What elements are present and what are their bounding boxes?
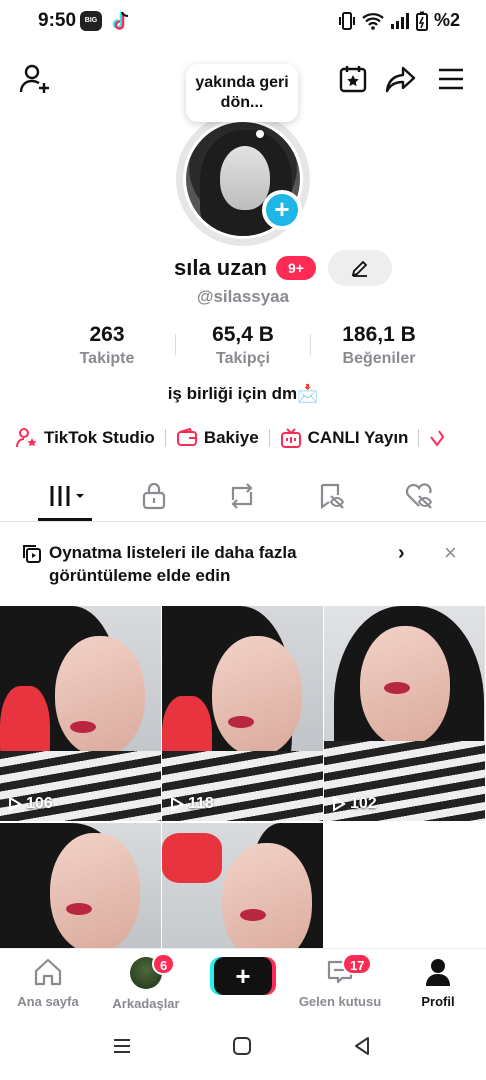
tiktok-studio-link[interactable]: TikTok Studio: [16, 427, 155, 449]
playlist-banner[interactable]: Oynatma listeleri ile daha fazla görüntü…: [0, 522, 486, 606]
chevron-right-icon[interactable]: ›: [398, 542, 405, 565]
tab-private[interactable]: [124, 476, 184, 516]
stat-followers[interactable]: 65,4 B Takipçi: [178, 322, 308, 370]
profile-shortcuts: TikTok Studio Bakiye CANLI Yayın: [16, 424, 445, 452]
pencil-icon: [351, 260, 368, 277]
name-badge[interactable]: 9+: [276, 256, 316, 280]
gift-heart-icon: [430, 430, 445, 447]
view-count: 102: [332, 795, 377, 813]
status-bar: 9:50 BIG %2: [0, 0, 486, 42]
bubble-tail: [256, 130, 264, 138]
share-profile-button[interactable]: [384, 62, 418, 96]
banner-text: Oynatma listeleri ile daha fazla görüntü…: [49, 543, 297, 585]
nav-friends[interactable]: 6 Arkadaşlar: [98, 953, 194, 1011]
wifi-icon: [362, 12, 384, 30]
bottom-navigation: Ana sayfa 6 Arkadaşlar + 17 Gelen kutusu…: [0, 948, 486, 1016]
friends-badge: 6: [152, 953, 176, 975]
play-icon: [333, 796, 346, 812]
status-note-bubble[interactable]: yakında geri dön...: [186, 64, 298, 122]
add-friend-button[interactable]: [18, 62, 52, 96]
heart-eye-off-icon: [405, 483, 433, 509]
battery-percent: %2: [433, 10, 460, 30]
nav-label: Arkadaşlar: [112, 996, 180, 1011]
nav-label: Ana sayfa: [17, 994, 79, 1009]
recents-icon[interactable]: [112, 1036, 132, 1056]
nav-inbox[interactable]: 17 Gelen kutusu: [292, 953, 388, 1009]
play-icon: [9, 796, 22, 812]
stat-value: 263: [89, 323, 125, 346]
stat-label: Takipte: [79, 350, 135, 367]
home-icon: [34, 958, 62, 986]
video-thumbnail[interactable]: 106: [0, 606, 161, 821]
profile-stats: 263 Takipte 65,4 B Takipçi 186,1 B Beğen…: [0, 322, 486, 372]
tiktok-notification-icon: [112, 11, 129, 30]
menu-icon: [439, 68, 463, 90]
nav-label: Profil: [421, 994, 455, 1009]
stat-value: 65,4 B: [212, 323, 274, 346]
profile-handle: @silassyaa: [196, 287, 290, 306]
video-thumbnail[interactable]: 102: [324, 606, 485, 821]
video-thumbnail[interactable]: [162, 823, 323, 948]
repost-icon: [231, 483, 253, 509]
live-link[interactable]: CANLI Yayın: [280, 427, 409, 449]
profile-name: sıla uzan: [174, 255, 267, 280]
view-count: 118: [170, 795, 214, 813]
grid-bars-icon: [50, 486, 84, 506]
view-count: 106: [8, 795, 53, 813]
back-icon[interactable]: [352, 1036, 372, 1056]
system-navigation: [0, 1016, 486, 1080]
vibrate-icon: [338, 11, 355, 30]
inbox-badge: 17: [342, 953, 373, 975]
more-shortcut[interactable]: [429, 427, 445, 449]
stat-likes[interactable]: 186,1 B Beğeniler: [314, 322, 444, 370]
tab-liked[interactable]: [390, 476, 450, 516]
lock-icon: [142, 482, 166, 510]
calendar-star-icon: [339, 66, 367, 93]
nav-label: Gelen kutusu: [298, 994, 382, 1009]
nav-profile[interactable]: Profil: [390, 957, 486, 1009]
signal-icon: [390, 12, 409, 29]
status-time: 9:50: [38, 10, 77, 31]
active-tab-indicator: [38, 518, 92, 521]
menu-button[interactable]: [434, 62, 468, 96]
tab-videos[interactable]: [38, 476, 98, 516]
playlist-icon: [23, 545, 41, 563]
create-button[interactable]: +: [214, 957, 272, 995]
edit-profile-button[interactable]: [328, 250, 392, 286]
shortcut-label: CANLI Yayın: [307, 428, 409, 447]
play-icon: [171, 796, 184, 812]
stat-label: Takipçi: [216, 350, 270, 367]
live-tv-icon: [280, 428, 301, 448]
bookmark-eye-off-icon: [320, 483, 345, 510]
share-icon: [385, 66, 416, 93]
profile-bio: iş birliği için dm📩: [167, 384, 319, 403]
shortcut-label: Bakiye: [203, 428, 259, 447]
stat-following[interactable]: 263 Takipte: [42, 322, 172, 370]
battery-charging-icon: [415, 11, 428, 31]
add-person-icon: [19, 64, 49, 93]
home-system-icon[interactable]: [232, 1036, 252, 1056]
wallet-icon: [176, 428, 197, 446]
person-star-icon: [16, 428, 37, 448]
calendar-button[interactable]: [336, 62, 370, 96]
plus-icon: +: [235, 960, 251, 991]
add-story-button[interactable]: +: [262, 190, 302, 230]
balance-link[interactable]: Bakiye: [176, 428, 259, 448]
video-thumbnail[interactable]: 118: [162, 606, 323, 821]
tab-favorites[interactable]: [302, 476, 362, 516]
profile-tabs: [0, 470, 486, 522]
stat-value: 186,1 B: [342, 323, 416, 346]
close-icon[interactable]: ×: [444, 540, 457, 566]
tab-reposts[interactable]: [212, 476, 272, 516]
nav-home[interactable]: Ana sayfa: [0, 957, 96, 1009]
shortcut-label: TikTok Studio: [44, 428, 155, 447]
notification-app-icon: BIG: [80, 11, 102, 31]
video-thumbnail[interactable]: [0, 823, 161, 948]
video-grid: 106 118 102: [0, 606, 486, 948]
profile-icon: [426, 959, 450, 986]
stat-label: Beğeniler: [342, 350, 416, 367]
